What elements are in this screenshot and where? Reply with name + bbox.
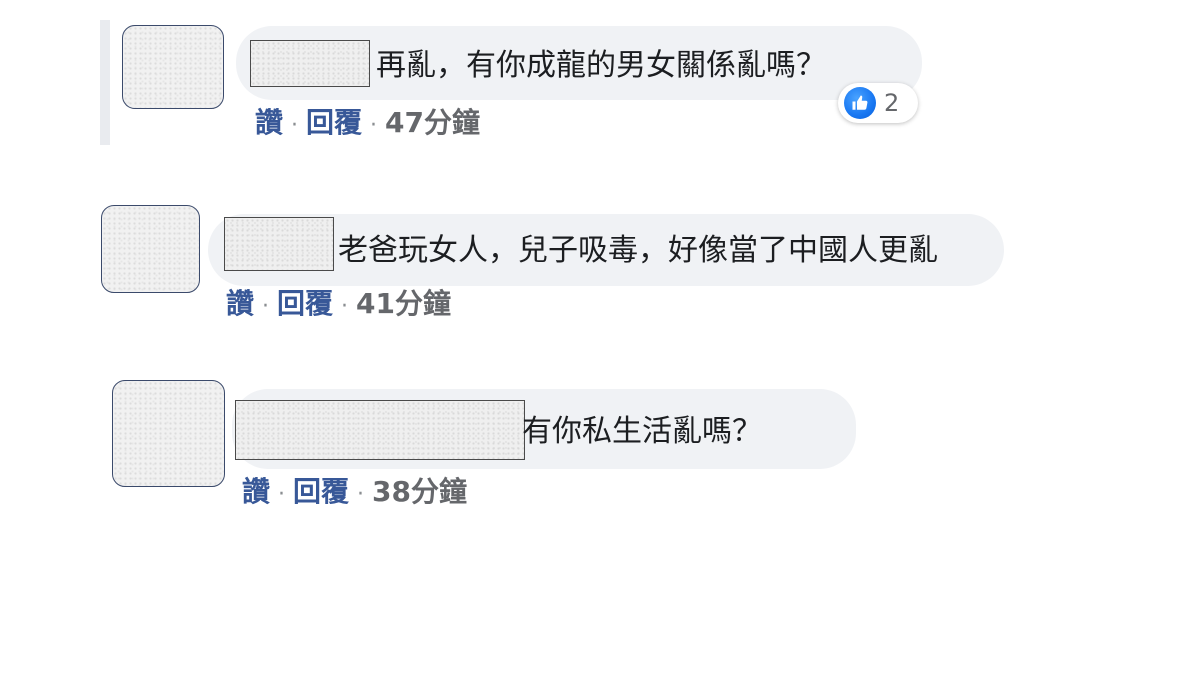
reaction-summary[interactable]: 2 <box>838 83 918 123</box>
avatar[interactable] <box>101 205 200 293</box>
comment-actions: 讚 · 回覆 · 47分鐘 <box>255 105 480 144</box>
avatar[interactable] <box>112 380 225 487</box>
separator-dot: · <box>357 482 365 507</box>
separator-dot: · <box>262 294 270 319</box>
thread-indent-bar <box>100 20 110 145</box>
comment-text: 再亂，有你成龍的男女關係亂嗎？ <box>376 48 826 83</box>
comment-actions: 讚 · 回覆 · 41分鐘 <box>226 286 451 325</box>
like-icon <box>844 87 876 119</box>
avatar[interactable] <box>122 25 224 109</box>
separator-dot: · <box>341 294 349 319</box>
comment-actions: 讚 · 回覆 · 38分鐘 <box>242 474 467 513</box>
comment-timestamp[interactable]: 47分鐘 <box>385 106 480 139</box>
like-button[interactable]: 讚 <box>242 475 270 508</box>
like-button[interactable]: 讚 <box>255 106 283 139</box>
redacted-author-name[interactable] <box>224 217 334 271</box>
redacted-author-name[interactable] <box>250 40 370 87</box>
reply-button[interactable]: 回覆 <box>293 475 349 508</box>
reply-button[interactable]: 回覆 <box>306 106 362 139</box>
like-button[interactable]: 讚 <box>226 287 254 320</box>
comment-timestamp[interactable]: 41分鐘 <box>356 287 451 320</box>
comment-text: 有你私生活亂嗎？ <box>522 414 762 449</box>
separator-dot: · <box>370 113 378 138</box>
comment-timestamp[interactable]: 38分鐘 <box>372 475 467 508</box>
redacted-author-name[interactable] <box>235 400 525 460</box>
separator-dot: · <box>278 482 286 507</box>
comment-thread: 再亂，有你成龍的男女關係亂嗎？ 2 讚 · 回覆 · 47分鐘 老爸玩女人，兒子吸毒，好… <box>0 0 1200 675</box>
separator-dot: · <box>291 113 299 138</box>
reaction-count: 2 <box>884 89 900 117</box>
reply-button[interactable]: 回覆 <box>277 287 333 320</box>
comment-text: 老爸玩女人，兒子吸毒，好像當了中國人更亂 <box>338 233 938 268</box>
